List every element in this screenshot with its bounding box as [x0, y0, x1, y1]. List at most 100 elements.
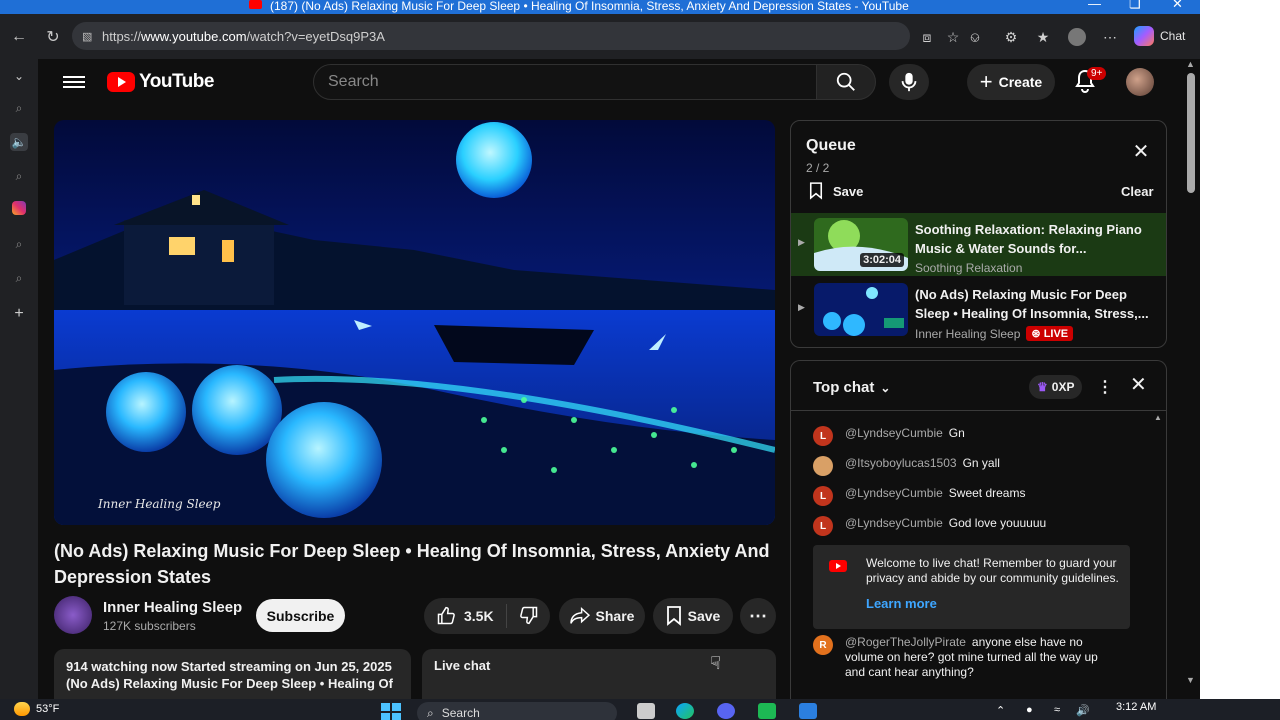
description-box[interactable]: 914 watching now Started streaming on Ju… [54, 649, 411, 699]
video-frame-image [54, 120, 775, 525]
queue-item-duration: 3:02:04 [860, 253, 904, 267]
queue-clear-button[interactable]: Clear [1121, 184, 1154, 199]
chat-author[interactable]: @LyndseyCumbie [845, 516, 943, 530]
instagram-icon[interactable] [12, 201, 26, 215]
queue-title: Queue [806, 137, 856, 154]
scroll-up-arrow-icon[interactable]: ▲ [1186, 59, 1195, 69]
weather-icon [14, 702, 30, 716]
like-dislike-group: 3.5K [424, 598, 550, 634]
notifications-button[interactable]: 9+ [1074, 67, 1107, 93]
site-info-icon[interactable]: ▧ [82, 30, 94, 43]
chat-scrollbar[interactable]: ▲ [1153, 413, 1163, 699]
audio-playing-icon[interactable]: 🔈 [10, 133, 28, 151]
video-player[interactable]: Inner Healing Sleep [54, 120, 775, 525]
edge-browser-icon[interactable] [676, 703, 694, 719]
share-icon [569, 607, 590, 624]
queue-save-button[interactable]: Save [809, 182, 863, 200]
file-explorer-icon[interactable] [637, 703, 655, 719]
volume-icon[interactable]: 🔊 [1076, 704, 1090, 717]
play-icon: ▶ [798, 302, 805, 312]
discord-icon[interactable] [717, 703, 735, 719]
share-button[interactable]: Share [559, 598, 645, 634]
app-available-icon[interactable]: ⧈ [918, 28, 936, 46]
voice-search-button[interactable] [889, 64, 929, 100]
chat-author[interactable]: @LyndseyCumbie [845, 486, 943, 500]
start-button[interactable] [381, 703, 401, 720]
search-button[interactable] [816, 64, 876, 100]
tabs-chevron-icon[interactable]: ⌄ [10, 67, 28, 85]
taskbar-search-label: Search [441, 706, 480, 720]
learn-more-link[interactable]: Learn more [866, 596, 937, 611]
notification-count-badge: 9+ [1087, 67, 1107, 80]
chat-more-icon[interactable]: ⋮ [1097, 377, 1113, 397]
page-scrollbar[interactable]: ▲ ▼ [1182, 59, 1200, 699]
like-button[interactable]: 3.5K [424, 604, 507, 628]
close-queue-icon[interactable]: ✕ [1132, 142, 1150, 162]
profile-icon[interactable] [1068, 28, 1086, 46]
weather-widget[interactable]: 53°F [14, 702, 59, 716]
more-actions-icon[interactable]: ⋯ [740, 598, 776, 634]
app-icon-2[interactable] [799, 703, 817, 719]
chat-message: L @LyndseyCumbie Gn [813, 426, 965, 446]
account-avatar[interactable] [1126, 68, 1154, 96]
thumbs-up-icon [437, 606, 455, 625]
live-chat-panel[interactable]: Live chat [422, 649, 776, 699]
chat-author[interactable]: @LyndseyCumbie [845, 426, 943, 440]
extensions-icon[interactable]: ⚙ [1002, 28, 1020, 46]
sidebar-search-icon-4[interactable]: ⌕ [10, 269, 28, 287]
tray-chevron-icon[interactable]: ⌃ [996, 704, 1005, 717]
dislike-button[interactable] [507, 605, 551, 628]
xp-badge[interactable]: ♛ 0XP [1029, 375, 1083, 399]
favorites-icon[interactable]: ★ [1034, 28, 1052, 46]
chat-avatar[interactable]: L [813, 516, 833, 536]
add-tab-icon[interactable]: + [10, 305, 28, 323]
queue-item-channel: Soothing Relaxation [915, 261, 1023, 275]
save-button[interactable]: Save [653, 598, 733, 634]
chat-author[interactable]: @Itsyoboylucas1503 [845, 456, 957, 470]
channel-name[interactable]: Inner Healing Sleep [103, 599, 242, 616]
share-label: Share [595, 608, 635, 624]
channel-avatar[interactable] [54, 596, 92, 634]
search-input[interactable]: Search [313, 64, 817, 100]
app-icon[interactable] [758, 703, 776, 719]
wifi-icon[interactable]: ≈ [1054, 704, 1060, 716]
chat-avatar[interactable]: R [813, 635, 833, 655]
create-button[interactable]: + Create [967, 64, 1055, 100]
taskbar-search[interactable]: ⌕ Search [417, 702, 617, 720]
create-label: Create [998, 74, 1043, 90]
copilot-chat-button[interactable]: Chat [1134, 22, 1185, 50]
chat-avatar[interactable]: L [813, 426, 833, 446]
back-icon[interactable]: ← [6, 14, 32, 59]
clock[interactable]: 3:12 AM [1116, 701, 1156, 713]
hamburger-menu-icon[interactable] [63, 73, 85, 91]
restore-icon[interactable]: ❏ [1129, 0, 1141, 10]
sidebar-search-icon[interactable]: ⌕ [10, 99, 28, 117]
sidebar-search-icon-3[interactable]: ⌕ [10, 235, 28, 253]
queue-item[interactable]: ▶ (No Ads) Relaxing Music For Deep Sleep… [791, 278, 1166, 341]
queue-item[interactable]: ▶ 3:02:04 Soothing Relaxation: Relaxing … [791, 213, 1166, 276]
scroll-down-arrow-icon[interactable]: ▼ [1186, 675, 1195, 685]
chat-avatar[interactable]: L [813, 486, 833, 506]
scroll-up-arrow-icon[interactable]: ▲ [1154, 413, 1162, 422]
close-window-icon[interactable]: ✕ [1172, 0, 1183, 10]
description-text: (No Ads) Relaxing Music For Deep Sleep •… [66, 676, 393, 691]
close-chat-icon[interactable]: ✕ [1130, 375, 1147, 395]
sidebar-search-icon-2[interactable]: ⌕ [10, 167, 28, 185]
subscribe-button[interactable]: Subscribe [256, 599, 345, 632]
like-count: 3.5K [464, 608, 494, 624]
notification-bell-icon[interactable]: ⎉ [966, 28, 984, 46]
address-bar[interactable]: ▧ https://www.youtube.com/watch?v=eyetDs… [72, 22, 910, 50]
youtube-logo[interactable]: YouTube [107, 71, 214, 93]
scrollbar-thumb[interactable] [1187, 73, 1195, 193]
chat-avatar[interactable] [813, 456, 833, 476]
more-menu-icon[interactable]: ⋯ [1101, 28, 1119, 46]
refresh-icon[interactable]: ↻ [40, 14, 66, 59]
favorite-star-icon[interactable]: ☆ [944, 28, 962, 46]
chat-author[interactable]: @RogerTheJollyPirate [845, 635, 966, 649]
microphone-tray-icon[interactable]: ● [1026, 704, 1033, 716]
mouse-cursor-icon: ☟ [710, 653, 721, 673]
youtube-favicon-icon [249, 0, 262, 9]
minimize-icon[interactable]: — [1088, 0, 1101, 10]
chat-mode-dropdown[interactable]: Top chat ⌄ [813, 379, 890, 396]
chat-header: Top chat ⌄ ♛ 0XP ⋮ ✕ [791, 361, 1166, 411]
